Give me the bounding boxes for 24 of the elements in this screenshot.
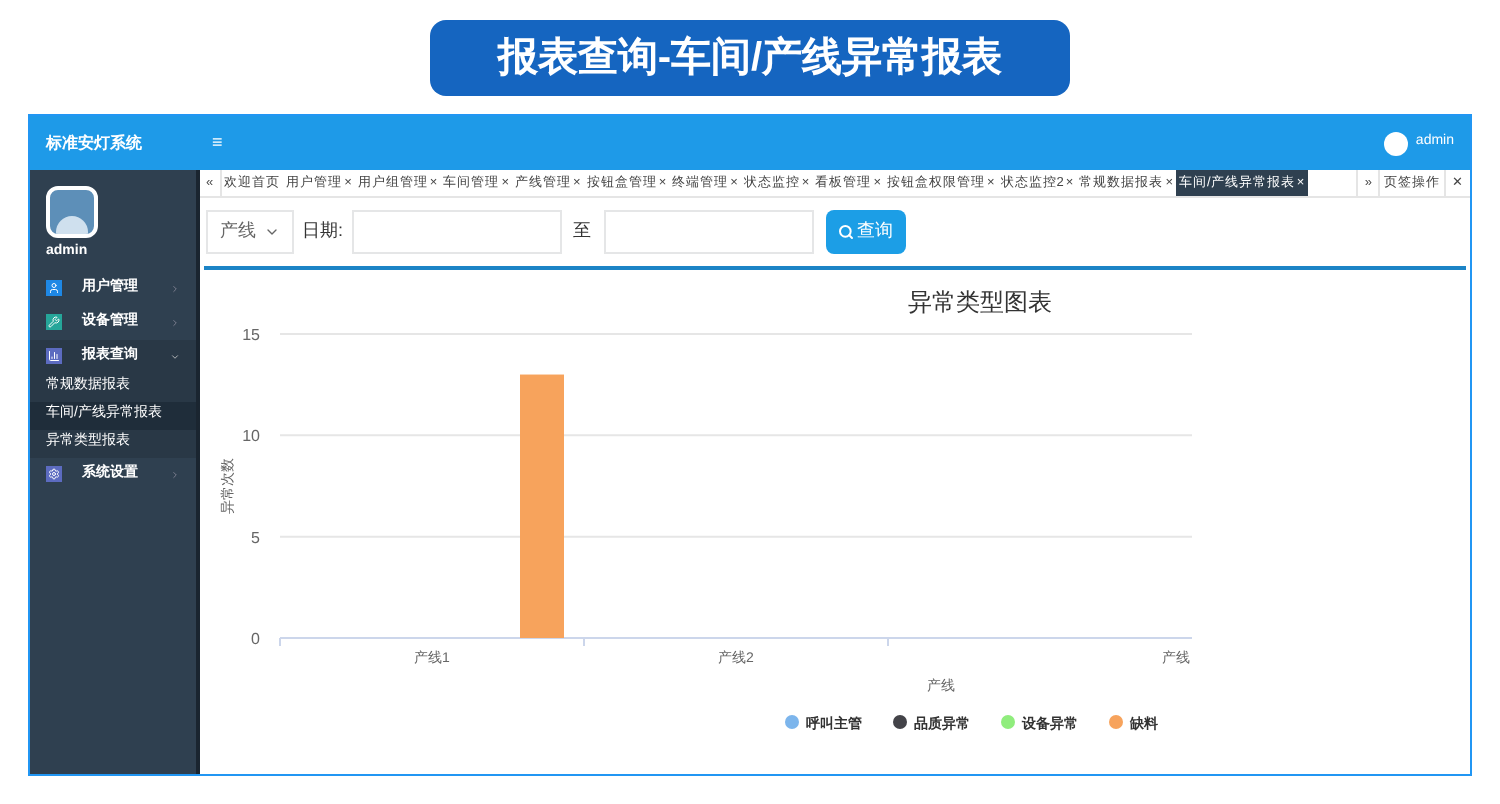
user-icon bbox=[46, 280, 62, 296]
type-select[interactable]: 产线 bbox=[206, 210, 294, 254]
chevron-down-icon bbox=[264, 224, 280, 240]
avatar-icon bbox=[46, 186, 98, 238]
to-label: 至 bbox=[573, 218, 592, 245]
date-label: 日期: bbox=[302, 218, 344, 245]
wrench-icon bbox=[46, 314, 62, 330]
caret-icon bbox=[170, 283, 180, 293]
page-banner: 报表查询-车间/产线异常报表 bbox=[430, 19, 1070, 95]
chart-title: 异常类型图表 bbox=[908, 288, 1052, 316]
end-date-field[interactable] bbox=[603, 210, 814, 254]
start-date-field[interactable] bbox=[351, 210, 562, 254]
y-tick-label: 15 bbox=[242, 326, 260, 344]
chart-icon bbox=[46, 348, 62, 364]
y-tick-label: 10 bbox=[242, 427, 260, 446]
caret-icon bbox=[170, 469, 180, 479]
y-tick-label: 0 bbox=[251, 630, 260, 648]
avatar-icon bbox=[1383, 131, 1408, 155]
search-icon bbox=[837, 224, 854, 240]
caret-icon bbox=[170, 351, 180, 361]
app-title: 标准安灯系统 bbox=[46, 131, 142, 155]
gear-icon bbox=[46, 466, 62, 482]
y-tick-label: 5 bbox=[251, 528, 260, 547]
caret-icon bbox=[170, 317, 180, 327]
